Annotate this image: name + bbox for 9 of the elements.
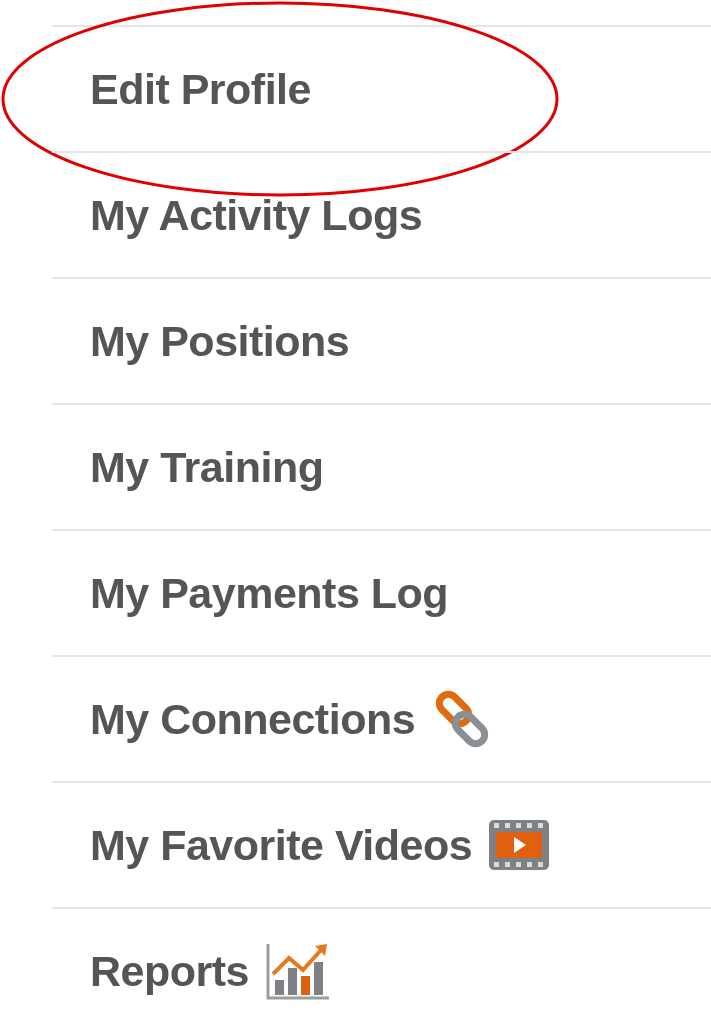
menu-link[interactable]: My Training <box>90 434 324 500</box>
menu-link[interactable]: My Favorite Videos <box>90 812 473 878</box>
menu-link[interactable]: Edit Profile <box>90 56 311 122</box>
menu-link[interactable]: My Activity Logs <box>90 182 423 248</box>
film-video-icon <box>488 819 551 871</box>
menu-link[interactable]: My Connections <box>90 686 416 752</box>
menu-link[interactable]: My Positions <box>90 308 350 374</box>
menu-link[interactable]: My Payments Log <box>90 560 449 626</box>
menu-link[interactable]: Reports <box>90 938 249 1004</box>
